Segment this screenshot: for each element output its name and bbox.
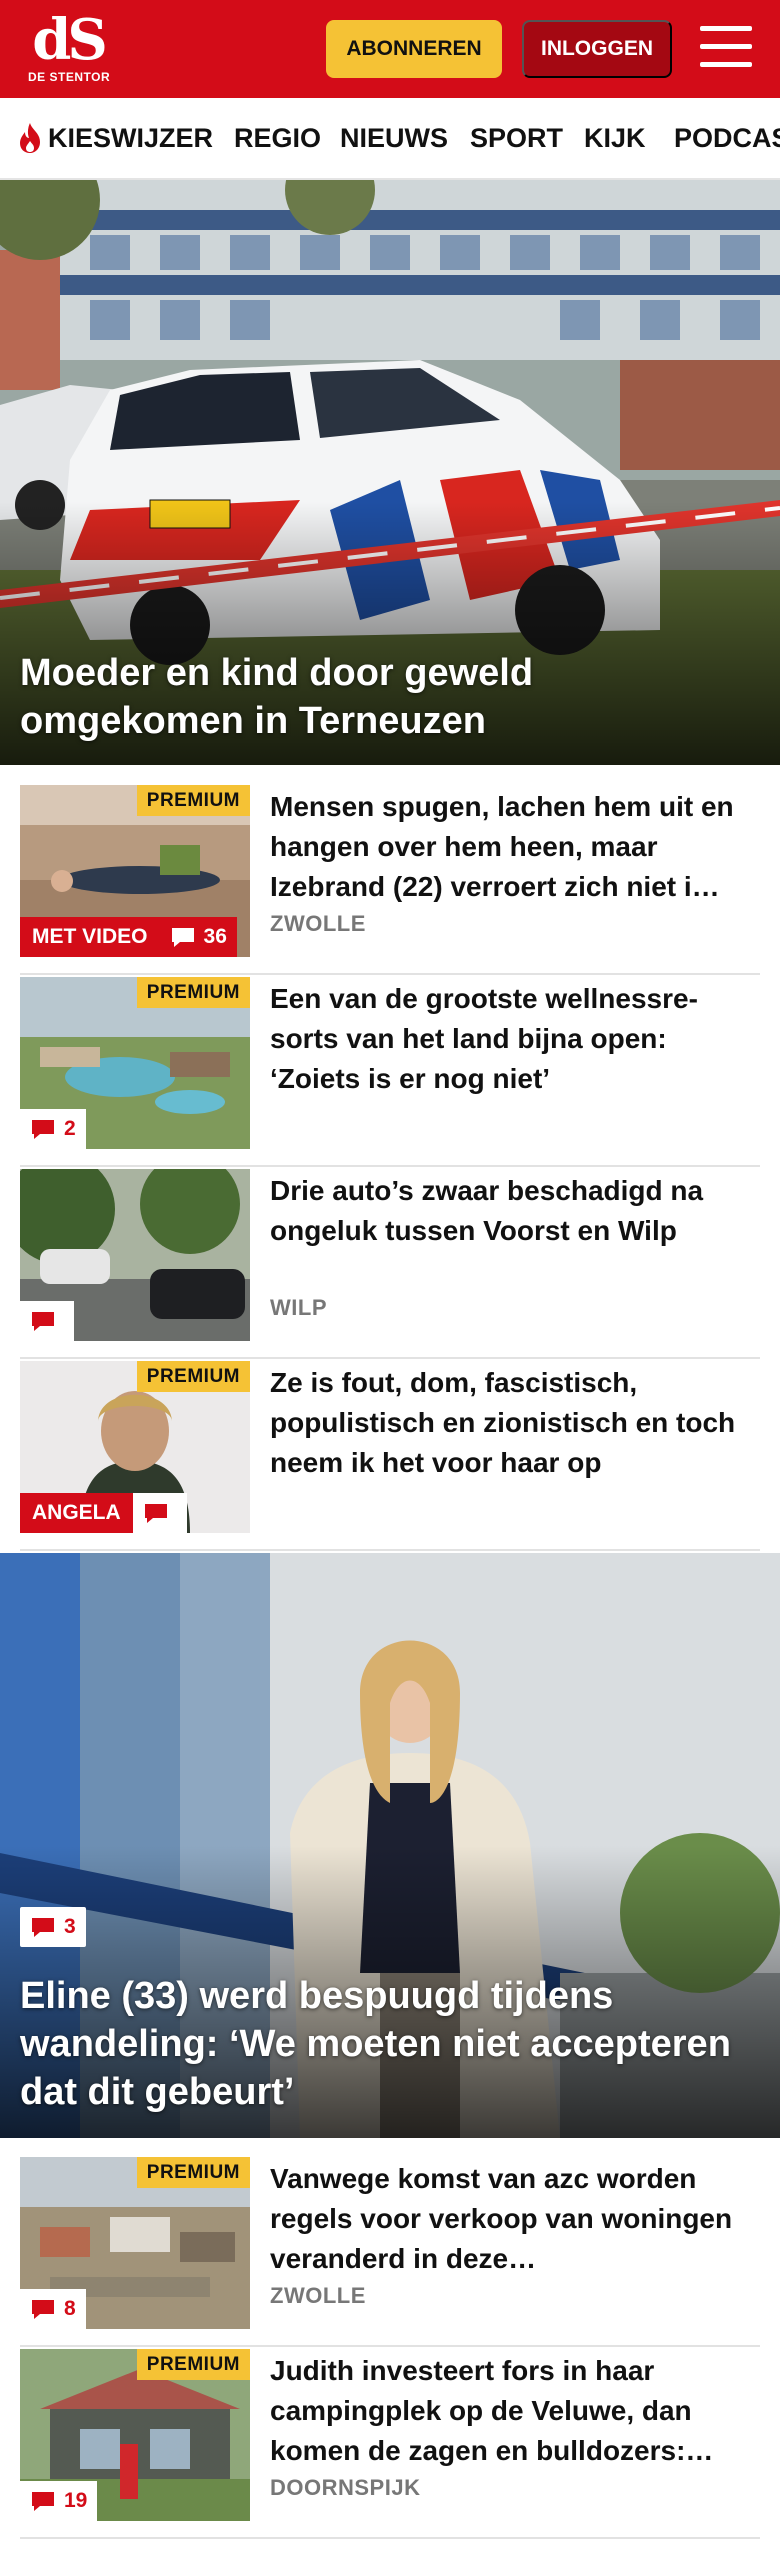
- featured-headline: Eline (33) werd bespuugd tijdens wandeli…: [20, 1975, 731, 2113]
- comment-count: 8: [20, 2289, 86, 2329]
- premium-badge: PREMIUM: [136, 2349, 250, 2380]
- featured-article[interactable]: 3 Eline (33) werd bespuugd tijdens wande…: [0, 1553, 780, 2138]
- article-row[interactable]: PREMIUM ANGELA Ze is fout, dom, fascisti…: [20, 1361, 760, 1551]
- comment-icon: [32, 2300, 54, 2319]
- article-location: ZWOLLE: [270, 911, 366, 936]
- article-row[interactable]: PREMIUM 2 Een van de grootste wellnessre…: [20, 977, 760, 1167]
- article-thumbnail: PREMIUM 19: [20, 2349, 250, 2521]
- premium-badge: PREMIUM: [136, 2157, 250, 2188]
- nav-label: PODCAS: [674, 122, 780, 153]
- flame-icon: [20, 123, 40, 153]
- hero-headline: Moeder en kind door geweld omgekomen in …: [20, 652, 534, 742]
- article-location: ZWOLLE: [270, 2283, 366, 2308]
- article-thumbnail: [20, 1169, 250, 1341]
- subscribe-button[interactable]: ABONNEREN: [326, 20, 502, 78]
- article-row[interactable]: PREMIUM 19 Judith investeert fors in haa…: [20, 2349, 760, 2539]
- logo-subtitle: DE STENTOR: [28, 70, 111, 84]
- nav-label: SPORT: [470, 122, 564, 153]
- article-row[interactable]: Drie auto’s zwaar beschadigd na ongeluk …: [20, 1169, 760, 1359]
- site-logo[interactable]: dS DE STENTOR: [28, 12, 128, 88]
- nav-label: NIEUWS: [340, 122, 448, 153]
- article-location: DOORNSPIJK: [270, 2475, 421, 2500]
- comment-count: [20, 1301, 74, 1341]
- top-header: dS DE STENTOR ABONNEREN INLOGGEN: [0, 0, 780, 98]
- nav-item-nieuws[interactable]: NIEUWS: [340, 98, 448, 178]
- nav-item-kijk[interactable]: KIJK: [584, 98, 646, 178]
- nav-item-regio[interactable]: REGIO: [234, 98, 321, 178]
- article-title: Vanwege komst van azc worden regels voor…: [270, 2163, 733, 2274]
- author-label: ANGELA: [20, 1493, 133, 1533]
- article-title: Drie auto’s zwaar beschadigd na ongeluk …: [270, 1175, 704, 1246]
- hero-article[interactable]: Moeder en kind door geweld omgekomen in …: [0, 180, 780, 765]
- comment-icon: [32, 1918, 54, 1937]
- nav-item-sport[interactable]: SPORT: [470, 98, 563, 178]
- article-thumbnail: PREMIUM MET VIDEO 36: [20, 785, 250, 957]
- article-location: WILP: [270, 1295, 327, 1320]
- main-navigation: KIESWIJZER REGIO NIEUWS SPORT KIJK PODCA…: [0, 98, 780, 180]
- comment-count: 2: [20, 1109, 86, 1149]
- hamburger-menu-icon[interactable]: [700, 24, 752, 72]
- comment-count: [132, 1493, 187, 1533]
- comment-icon: [171, 928, 194, 947]
- nav-label: KIJK: [584, 122, 646, 153]
- video-label: MET VIDEO: [20, 917, 160, 957]
- article-thumbnail: PREMIUM 8: [20, 2157, 250, 2329]
- comment-icon: [32, 1312, 54, 1331]
- article-title: Een van de grootste wellnessre­sorts van…: [270, 983, 698, 1094]
- logo-mark: dS: [32, 7, 108, 73]
- comment-count: 3: [20, 1907, 86, 1947]
- article-title: Mensen spugen, lachen hem uit en hangen …: [270, 791, 734, 902]
- article-title: Judith investeert fors in haar campingpl…: [270, 2355, 714, 2466]
- nav-item-podcasts[interactable]: PODCAS: [674, 98, 780, 178]
- comment-count: 36: [159, 917, 237, 957]
- nav-item-kieswijzer[interactable]: KIESWIJZER: [16, 98, 213, 178]
- comment-count: 19: [20, 2481, 98, 2521]
- article-title: Ze is fout, dom, fascistisch, populistis…: [270, 1367, 736, 1478]
- premium-badge: PREMIUM: [136, 1361, 250, 1392]
- article-row[interactable]: PREMIUM 8 Vanwege komst van azc worden r…: [20, 2157, 760, 2347]
- comment-icon: [32, 2492, 54, 2511]
- article-thumbnail: PREMIUM ANGELA: [20, 1361, 250, 1533]
- premium-badge: PREMIUM: [136, 785, 250, 816]
- login-button[interactable]: INLOGGEN: [522, 20, 672, 78]
- premium-badge: PREMIUM: [136, 977, 250, 1008]
- comment-icon: [32, 1120, 54, 1139]
- nav-label: KIESWIJZER: [48, 122, 214, 153]
- article-row[interactable]: PREMIUM MET VIDEO 36 Mensen spugen, lach…: [20, 785, 760, 975]
- comment-icon: [144, 1504, 167, 1523]
- article-thumbnail: PREMIUM 2: [20, 977, 250, 1149]
- nav-label: REGIO: [234, 122, 322, 153]
